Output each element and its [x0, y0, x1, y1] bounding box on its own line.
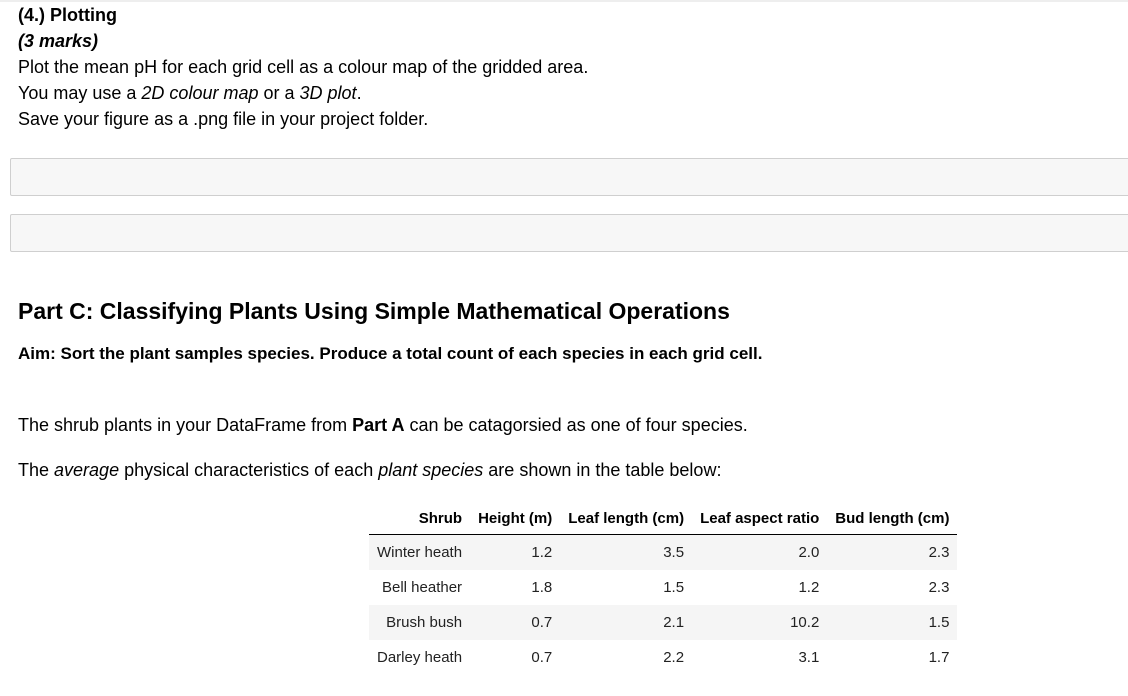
table-row: Brush bush 0.7 2.1 10.2 1.5	[369, 605, 958, 640]
instruction-line-2: You may use a 2D colour map or a 3D plot…	[18, 83, 362, 103]
column-header: Leaf length (cm)	[560, 502, 693, 535]
column-header: Leaf aspect ratio	[692, 502, 828, 535]
top-divider	[0, 0, 1128, 2]
table-cell: 2.3	[928, 579, 950, 596]
table-row: Bell heather 1.8 1.5 1.2 2.3	[369, 570, 957, 605]
table-cell: 1.5	[663, 579, 685, 596]
table-cell: 1.2	[470, 534, 561, 570]
species-table: Shrub Height (m) Leaf length (cm) Leaf a…	[369, 502, 958, 675]
column-header: Bud length (cm)	[827, 502, 958, 535]
table-cell: 2.0	[692, 534, 828, 570]
instruction-line-3: Save your figure as a .png file in your …	[18, 109, 429, 129]
table-cell: 3.5	[560, 534, 693, 570]
column-header: Shrub	[369, 502, 471, 535]
row-label: Bell heather	[382, 579, 463, 596]
marks-label: (3 marks)	[18, 31, 99, 51]
instruction-line-1: Plot the mean pH for each grid cell as a…	[18, 57, 589, 77]
row-label: Winter heath	[369, 534, 471, 570]
table-header-row: Shrub Height (m) Leaf length (cm) Leaf a…	[369, 502, 958, 535]
code-cell-input-2[interactable]	[10, 214, 1128, 252]
table-row: Winter heath 1.2 3.5 2.0 2.3	[369, 534, 958, 570]
table-cell: 0.7	[531, 649, 553, 666]
table-cell: 1.8	[531, 579, 553, 596]
aim-text: Aim: Sort the plant samples species. Pro…	[18, 344, 763, 363]
table-cell: 3.1	[798, 649, 820, 666]
table-cell: 10.2	[692, 605, 828, 640]
table-cell: 0.7	[470, 605, 561, 640]
table-cell: 1.5	[827, 605, 958, 640]
table-cell: 2.2	[663, 649, 685, 666]
part-c-heading: Part C: Classifying Plants Using Simple …	[18, 298, 730, 324]
section-heading: (4.) Plotting	[18, 5, 117, 25]
intro-paragraph: The shrub plants in your DataFrame from …	[18, 415, 748, 435]
row-label: Brush bush	[369, 605, 471, 640]
table-row: Darley heath 0.7 2.2 3.1 1.7	[369, 640, 957, 675]
table-cell: 2.3	[827, 534, 958, 570]
table-cell: 1.7	[928, 649, 950, 666]
row-label: Darley heath	[377, 649, 463, 666]
table-cell: 2.1	[560, 605, 693, 640]
code-cell-input-1[interactable]	[10, 158, 1128, 196]
table-cell: 1.2	[798, 579, 820, 596]
table-intro-paragraph: The average physical characteristics of …	[18, 460, 722, 480]
column-header: Height (m)	[470, 502, 561, 535]
